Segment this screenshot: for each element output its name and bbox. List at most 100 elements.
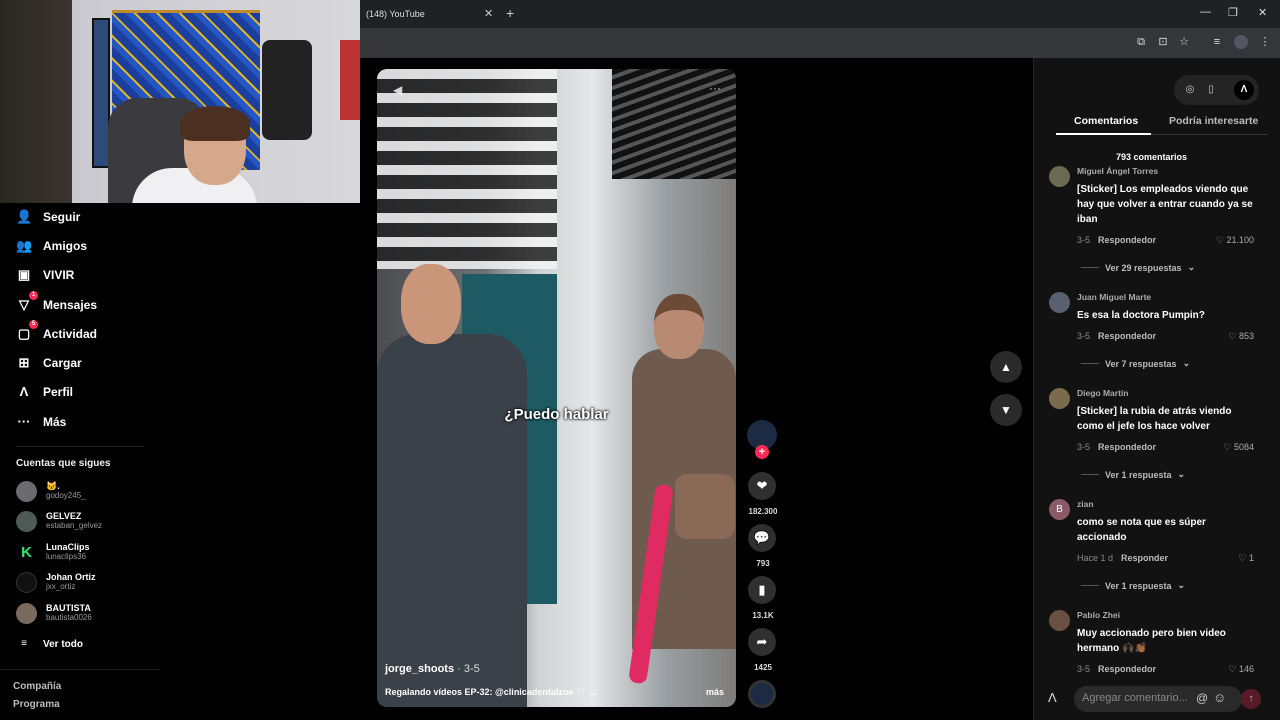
comments-panel: ◎ ▯ Ʌ Comentarios Podría interesarte 793…: [1033, 58, 1280, 720]
comment-like[interactable]: ♡ 5084: [1214, 442, 1254, 453]
avatar[interactable]: B: [1049, 499, 1070, 520]
comment-like[interactable]: ♡ 146: [1214, 664, 1254, 675]
footer-link-compania[interactable]: Compañía: [13, 681, 61, 692]
comment-date: 3-5: [1077, 664, 1091, 674]
comment-like[interactable]: ♡ 1: [1214, 553, 1254, 564]
mention-icon[interactable]: @: [1196, 691, 1208, 705]
webcam-poster: [340, 40, 360, 120]
nav-item-vivir[interactable]: ▣ VIVIR: [16, 265, 75, 285]
following-account[interactable]: BAUTISTA bautista0026: [16, 601, 92, 625]
video-player[interactable]: ◀ ··· ¿Puedo hablar jorge_shoots · 3-5 R…: [377, 69, 736, 707]
bookmark-star-icon[interactable]: ☆: [1177, 35, 1191, 49]
follow-plus-button[interactable]: +: [755, 445, 769, 459]
view-replies-button[interactable]: Ver 29 respuestas ⌄: [1081, 262, 1195, 273]
account-username: lunaclips36: [46, 552, 87, 561]
upload-icon: ⊞: [18, 355, 30, 370]
following-account[interactable]: GELVEZ estaban_gelvez: [16, 509, 102, 533]
share-count: 1425: [754, 663, 772, 672]
heart-outline-icon: ♡: [1238, 553, 1247, 563]
video-more-link[interactable]: más: [706, 687, 724, 697]
bookmark-icon: ▮: [758, 582, 766, 597]
messages-badge: 1: [29, 291, 38, 300]
restore-icon[interactable]: ❐: [1228, 6, 1238, 19]
view-replies-button[interactable]: Ver 1 respuesta ⌄: [1081, 469, 1185, 480]
reply-button[interactable]: Respondedor: [1098, 442, 1156, 452]
comment-count: 793: [756, 559, 770, 568]
nav-item-actividad[interactable]: ▢ 5 Actividad: [16, 320, 98, 344]
nav-item-amigos[interactable]: 👥 Amigos: [16, 236, 87, 256]
following-title: Cuentas que sigues: [16, 458, 111, 469]
browser-tab[interactable]: (148) YouTube ✕: [360, 0, 498, 28]
music-disc-icon[interactable]: [748, 680, 776, 708]
view-replies-label: Ver 29 respuestas: [1105, 262, 1182, 273]
comment-like[interactable]: ♡ 21.100: [1214, 235, 1254, 246]
next-video-button[interactable]: ▼: [990, 394, 1022, 426]
comment-username[interactable]: Pablo Zhei: [1077, 610, 1120, 620]
share-button[interactable]: ➦: [748, 628, 776, 656]
comment-text: como se nota que es súper accionado: [1077, 517, 1206, 543]
comment-meta: 3-5 Respondedor: [1077, 442, 1156, 452]
media-icon[interactable]: ≡: [1210, 35, 1224, 49]
reply-button[interactable]: Respondedor: [1098, 664, 1156, 674]
comment-username[interactable]: Diego Martín: [1077, 388, 1128, 398]
comment-username[interactable]: zian: [1077, 499, 1094, 509]
account-username: godoy245_: [46, 491, 86, 500]
volume-icon[interactable]: ◀: [393, 83, 402, 97]
nav-label: Mensajes: [43, 298, 98, 312]
minimize-icon[interactable]: —: [1200, 6, 1211, 18]
comment-button[interactable]: 💬: [748, 524, 776, 552]
emoji-icon[interactable]: ☺: [1213, 690, 1226, 705]
heart-outline-icon: ♡: [1228, 664, 1237, 674]
avatar[interactable]: [1049, 166, 1070, 187]
browser-menu-icon[interactable]: ⋮: [1258, 35, 1272, 49]
avatar[interactable]: [1049, 388, 1070, 409]
reply-button[interactable]: Responder: [1121, 553, 1168, 563]
nav-item-mensajes[interactable]: ▽ 1 Mensajes: [16, 291, 98, 315]
view-replies-button[interactable]: Ver 7 respuestas ⌄: [1081, 358, 1190, 369]
compass-icon[interactable]: ◎: [1182, 82, 1198, 98]
nav-item-seguir[interactable]: 👤 Seguir: [16, 207, 80, 227]
previous-video-button[interactable]: ▲: [990, 351, 1022, 383]
following-account[interactable]: Johan Ortiz jxx_ortiz: [16, 570, 96, 594]
save-button[interactable]: ▮: [748, 576, 776, 604]
nav-label: Más: [43, 415, 67, 429]
device-icon[interactable]: ▯: [1203, 82, 1219, 98]
footer-link-programa[interactable]: Programa: [13, 699, 60, 710]
translate-icon[interactable]: ⧉: [1134, 35, 1148, 49]
avatar[interactable]: [1049, 292, 1070, 313]
profile-avatar-icon[interactable]: [1234, 35, 1248, 49]
see-all-link[interactable]: ≡ Ver todo: [16, 634, 83, 654]
nav-label: Actividad: [43, 327, 98, 341]
nav-item-cargar[interactable]: ⊞ Cargar: [16, 353, 82, 373]
view-replies-button[interactable]: Ver 1 respuesta ⌄: [1081, 580, 1185, 591]
tab-podria-interesarte[interactable]: Podría interesarte: [1169, 115, 1258, 127]
comment-meta: 3-5 Respondedor: [1077, 664, 1156, 674]
comment-date: 3-5: [1077, 331, 1091, 341]
nav-item-mas[interactable]: ··· Más: [16, 412, 67, 432]
reply-button[interactable]: Respondedor: [1098, 331, 1156, 341]
heart-icon: ❤: [756, 478, 768, 493]
reply-button[interactable]: Respondedor: [1098, 235, 1156, 245]
account-name: BAUTISTA: [46, 603, 91, 613]
video-options-icon[interactable]: ···: [709, 81, 721, 95]
avatar[interactable]: [1049, 610, 1070, 631]
following-account[interactable]: 🐱. godoy245_: [16, 479, 86, 503]
tab-comments[interactable]: Comentarios: [1074, 115, 1138, 127]
heart-outline-icon: ♡: [1228, 331, 1237, 341]
video-author[interactable]: jorge_shoots · 3-5: [385, 663, 480, 675]
like-button[interactable]: ❤: [748, 472, 776, 500]
comment-like-count: 853: [1238, 331, 1254, 341]
following-account[interactable]: K LunaClips lunaclips36: [16, 540, 90, 564]
comment-username[interactable]: Miguel Ángel Torres: [1077, 166, 1158, 176]
more-icon: ···: [17, 414, 31, 429]
close-window-icon[interactable]: ✕: [1258, 6, 1267, 19]
profile-a-icon[interactable]: Ʌ: [1234, 80, 1254, 100]
comment-username[interactable]: Juan Miguel Marte: [1077, 292, 1151, 302]
comment-like[interactable]: ♡ 853: [1214, 331, 1254, 342]
new-tab-icon[interactable]: +: [506, 5, 514, 21]
install-icon[interactable]: ⊡: [1156, 35, 1170, 49]
send-icon[interactable]: ↑: [1241, 689, 1261, 709]
account-username: estaban_gelvez: [46, 521, 103, 530]
nav-item-perfil[interactable]: Ʌ Perfil: [16, 382, 73, 402]
tab-close-icon[interactable]: ✕: [484, 7, 493, 20]
